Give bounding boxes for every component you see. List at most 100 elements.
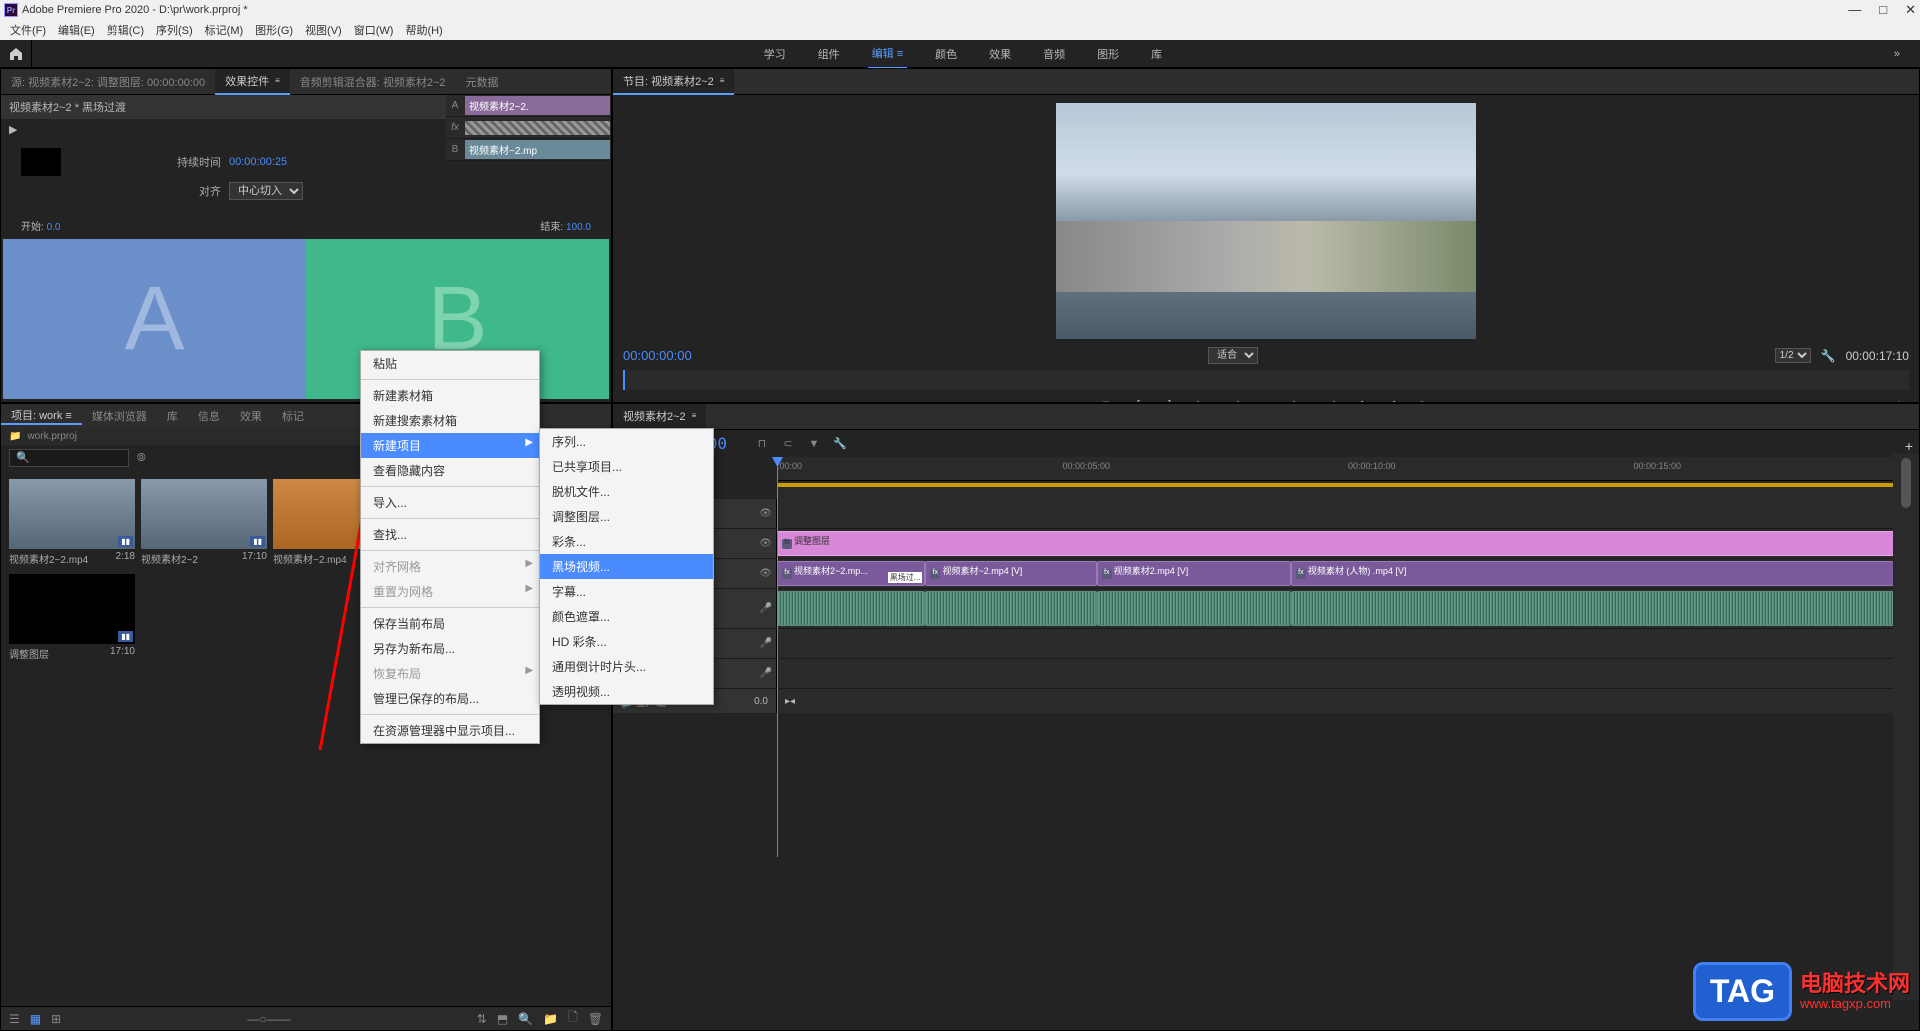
menu-new-item[interactable]: 新建项目▶ 序列... 已共享项目... 脱机文件... 调整图层... 彩条.… bbox=[361, 433, 539, 458]
menu-import[interactable]: 导入... bbox=[361, 490, 539, 515]
freeform-view-icon[interactable]: ⊞ bbox=[51, 1012, 61, 1026]
eye-icon[interactable]: 👁 bbox=[759, 508, 772, 519]
export-frame-button[interactable]: 📷 bbox=[1416, 396, 1436, 403]
submenu-black-video[interactable]: 黑场视频... bbox=[540, 554, 713, 579]
work-area-bar[interactable] bbox=[777, 483, 1919, 487]
submenu-adjustment-layer[interactable]: 调整图层... bbox=[540, 504, 713, 529]
scrollbar-thumb[interactable] bbox=[1901, 458, 1911, 508]
timeline-vscroll[interactable] bbox=[1893, 454, 1919, 1000]
workspace-more[interactable]: » bbox=[1894, 48, 1900, 60]
workspace-libraries[interactable]: 库 bbox=[1147, 40, 1166, 68]
project-search-input[interactable] bbox=[9, 449, 129, 467]
menu-file[interactable]: 文件(F) bbox=[4, 22, 52, 38]
video-clip[interactable]: fx视频素材 (人物) .mp4 [V] bbox=[1291, 561, 1896, 586]
zoom-slider[interactable]: —○—— bbox=[247, 1012, 290, 1026]
program-resolution-select[interactable]: 1/2 bbox=[1775, 348, 1811, 363]
minimize-button[interactable]: — bbox=[1848, 2, 1861, 18]
audio-clip[interactable] bbox=[777, 591, 925, 626]
menu-marker[interactable]: 标记(M) bbox=[199, 22, 250, 38]
ec-transition-bar[interactable] bbox=[465, 121, 610, 135]
workspace-color[interactable]: 颜色 bbox=[931, 40, 961, 68]
track-a2-content[interactable] bbox=[777, 629, 1919, 658]
submenu-shared-project[interactable]: 已共享项目... bbox=[540, 454, 713, 479]
play-button[interactable]: ▶ bbox=[1256, 396, 1276, 403]
program-playhead[interactable] bbox=[623, 370, 625, 390]
extract-button[interactable]: ⬆ bbox=[1384, 396, 1404, 403]
menu-paste[interactable]: 粘贴 bbox=[361, 351, 539, 376]
workspace-graphics[interactable]: 图形 bbox=[1093, 40, 1123, 68]
bin-item[interactable]: ▮▮ 调整图层17:10 bbox=[9, 574, 135, 663]
program-scrubber[interactable] bbox=[623, 370, 1909, 390]
tab-audio-mixer[interactable]: 音频剪辑混合器: 视频素材2~2 bbox=[290, 69, 456, 95]
track-v3-content[interactable] bbox=[777, 499, 1919, 528]
menu-edit[interactable]: 编辑(E) bbox=[52, 22, 101, 38]
wrench-icon[interactable]: 🔧 bbox=[1821, 349, 1836, 363]
voice-icon[interactable]: 🎤 bbox=[760, 668, 772, 679]
program-zoom-select[interactable]: 适合 bbox=[1208, 347, 1258, 364]
timeline-ruler[interactable]: :00:00 00:00:05:00 00:00:10:00 00:00:15:… bbox=[777, 457, 1919, 481]
menu-new-bin[interactable]: 新建素材箱 bbox=[361, 383, 539, 408]
track-v1-content[interactable]: fx视频素材2~2.mp...黑场过... fx视频素材~2.mp4 [V] f… bbox=[777, 559, 1919, 588]
maximize-button[interactable]: □ bbox=[1879, 2, 1887, 18]
eye-icon[interactable]: 👁 bbox=[759, 538, 772, 549]
timeline-work-area[interactable] bbox=[777, 481, 1919, 499]
tab-effects[interactable]: 效果 bbox=[230, 408, 272, 424]
tab-effect-controls[interactable]: 效果控件 ≡ bbox=[215, 69, 290, 95]
tab-metadata[interactable]: 元数据 bbox=[456, 69, 509, 95]
menu-graphics[interactable]: 图形(G) bbox=[249, 22, 299, 38]
menu-align-grid[interactable]: 对齐网格▶ bbox=[361, 554, 539, 579]
step-back-button[interactable]: ◀| bbox=[1224, 396, 1244, 403]
tab-project[interactable]: 项目: work ≡ bbox=[1, 407, 82, 425]
tab-info[interactable]: 信息 bbox=[188, 408, 230, 424]
tab-source[interactable]: 源: 视频素材2~2: 调整图层: 00:00:00:00 bbox=[1, 69, 215, 95]
menu-manage-layouts[interactable]: 管理已保存的布局... bbox=[361, 686, 539, 711]
mark-in-button[interactable]: { bbox=[1128, 396, 1148, 403]
list-view-icon[interactable]: ☰ bbox=[9, 1012, 20, 1026]
program-timecode-left[interactable]: 00:00:00:00 bbox=[623, 348, 692, 363]
submenu-captions[interactable]: 字幕... bbox=[540, 579, 713, 604]
find-icon[interactable]: 🔍 bbox=[518, 1012, 533, 1026]
workspace-audio[interactable]: 音频 bbox=[1039, 40, 1069, 68]
submenu-hd-bars[interactable]: HD 彩条... bbox=[540, 629, 713, 654]
tab-program[interactable]: 节目: 视频素材2~2 ≡ bbox=[613, 69, 734, 95]
audio-clip[interactable] bbox=[925, 591, 1096, 626]
menu-view[interactable]: 视图(V) bbox=[299, 22, 348, 38]
snap-icon[interactable]: ⊓ bbox=[753, 435, 771, 453]
track-v2-content[interactable]: fx调整图层 bbox=[777, 529, 1919, 558]
eye-icon[interactable]: 👁 bbox=[759, 568, 772, 579]
submenu-transparent-video[interactable]: 透明视频... bbox=[540, 679, 713, 704]
workspace-assembly[interactable]: 组件 bbox=[814, 40, 844, 68]
new-item-icon[interactable]: 🗋 bbox=[568, 1008, 578, 1029]
workspace-learn[interactable]: 学习 bbox=[760, 40, 790, 68]
tab-media-browser[interactable]: 媒体浏览器 bbox=[82, 408, 157, 424]
submenu-bars-tone[interactable]: 彩条... bbox=[540, 529, 713, 554]
workspace-edit[interactable]: 编辑 ≡ bbox=[868, 39, 907, 69]
audio-clip[interactable] bbox=[1097, 591, 1291, 626]
new-bin-icon[interactable]: 📁 bbox=[543, 1012, 558, 1026]
goto-in-button[interactable]: |◀ bbox=[1192, 396, 1212, 403]
sort-icon[interactable]: ⇅ bbox=[477, 1012, 487, 1026]
timeline-playhead[interactable] bbox=[777, 457, 778, 857]
voice-icon[interactable]: 🎤 bbox=[760, 638, 772, 649]
menu-help[interactable]: 帮助(H) bbox=[399, 22, 448, 38]
automate-icon[interactable]: ⬒ bbox=[497, 1012, 508, 1026]
track-a1-content[interactable] bbox=[777, 589, 1919, 628]
menu-new-search-bin[interactable]: 新建搜索素材箱 bbox=[361, 408, 539, 433]
ec-clip-b[interactable]: 视频素材~2.mp bbox=[465, 140, 610, 159]
transport-more-button[interactable]: + bbox=[1889, 396, 1909, 403]
master-collapse-icon[interactable]: ▸◂ bbox=[785, 696, 795, 707]
menu-save-as-layout[interactable]: 另存为新布局... bbox=[361, 636, 539, 661]
goto-out-button[interactable]: ▶| bbox=[1320, 396, 1340, 403]
add-marker-icon[interactable]: ▼ bbox=[805, 435, 823, 453]
icon-view-icon[interactable]: ▦ bbox=[30, 1012, 41, 1026]
audio-clip[interactable] bbox=[1291, 591, 1896, 626]
ec-clip-a[interactable]: 视频素材2~2. bbox=[465, 96, 610, 115]
track-a3-content[interactable] bbox=[777, 659, 1919, 688]
tab-timeline-sequence[interactable]: 视频素材2~2 ≡ bbox=[613, 404, 706, 430]
workspace-effects[interactable]: 效果 bbox=[985, 40, 1015, 68]
adjustment-layer-clip[interactable]: fx调整图层 bbox=[777, 531, 1896, 556]
search-filter-icon[interactable]: ⦾ bbox=[137, 452, 146, 465]
add-marker-button[interactable]: ▼ bbox=[1096, 396, 1116, 403]
bin-item[interactable]: ▮▮ 视频素材2~2.mp42:18 bbox=[9, 479, 135, 568]
submenu-sequence[interactable]: 序列... bbox=[540, 429, 713, 454]
